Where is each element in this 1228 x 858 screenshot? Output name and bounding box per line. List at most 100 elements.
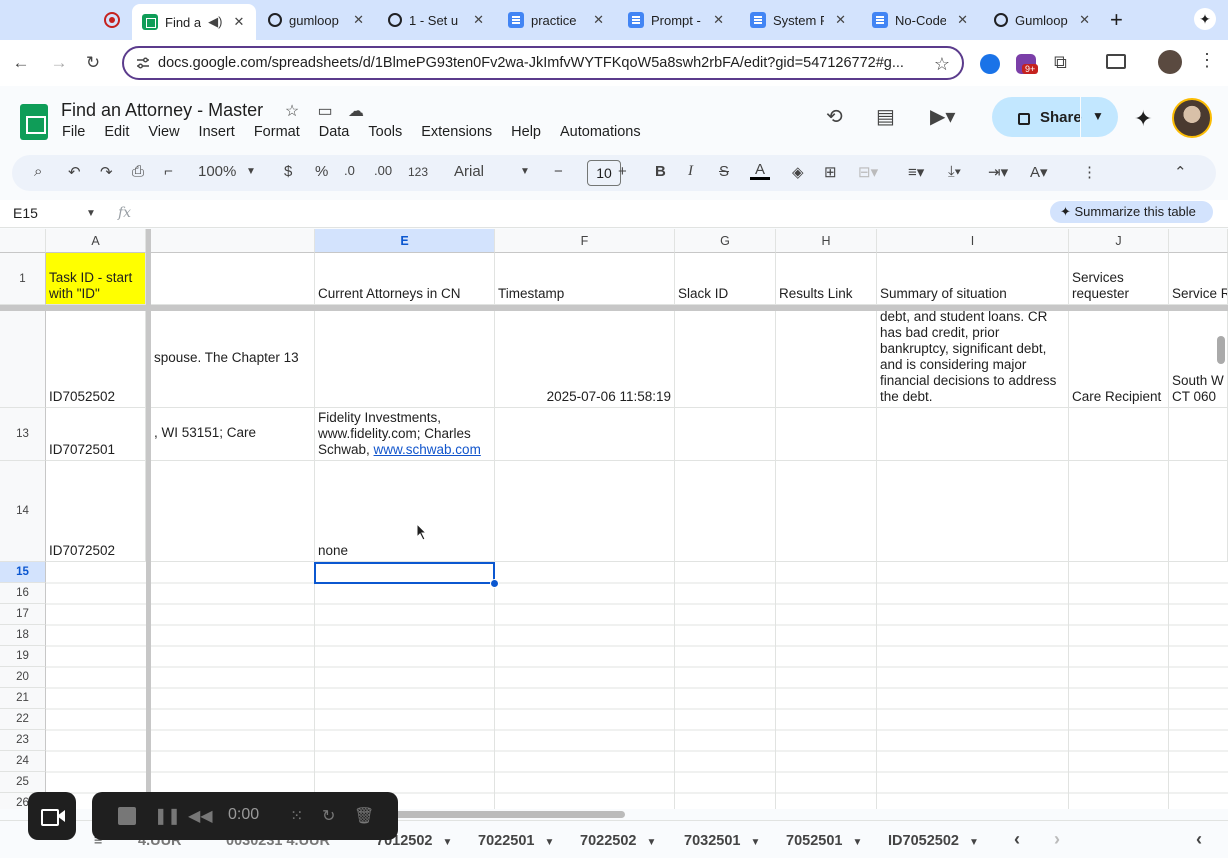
cell-f12[interactable]: 2025-07-06 11:58:19 xyxy=(495,311,675,408)
row-header[interactable]: 21 xyxy=(0,688,46,709)
row-header[interactable]: 19 xyxy=(0,646,46,667)
cell-b12[interactable]: spouse. The Chapter 13 xyxy=(151,311,315,408)
history-icon[interactable]: ⟲ xyxy=(826,104,843,129)
cell-f1[interactable]: Timestamp xyxy=(495,253,675,305)
close-icon[interactable]: ✕ xyxy=(1079,12,1090,28)
column-header-e[interactable]: E xyxy=(315,229,495,253)
column-header-i[interactable]: I xyxy=(877,229,1069,253)
row-header[interactable]: 23 xyxy=(0,730,46,751)
close-icon[interactable]: ✕ xyxy=(713,12,724,28)
cell-g13[interactable] xyxy=(675,408,776,461)
tab-gumloop-2[interactable]: Gumloop ✕ xyxy=(984,4,1100,36)
camera-icon[interactable] xyxy=(28,792,76,840)
text-wrap-icon[interactable]: ⇥▾ xyxy=(988,163,1008,181)
bold-button[interactable]: B xyxy=(655,163,666,180)
row-header[interactable]: 16 xyxy=(0,583,46,604)
chevron-down-icon[interactable]: ▼ xyxy=(86,208,96,219)
comments-icon[interactable]: ▤ xyxy=(876,104,895,129)
profile-avatar[interactable] xyxy=(1158,50,1182,74)
column-header-a[interactable]: A xyxy=(46,229,146,253)
cell-i12[interactable]: debt, and student loans. CR has bad cred… xyxy=(877,311,1069,408)
cell-b1[interactable] xyxy=(151,253,315,305)
column-header-g[interactable]: G xyxy=(675,229,776,253)
close-icon[interactable]: ✕ xyxy=(353,12,364,28)
cell-f13[interactable] xyxy=(495,408,675,461)
vertical-align-icon[interactable]: ⤓▾ xyxy=(948,163,961,180)
stop-icon[interactable] xyxy=(118,807,136,825)
decrease-font-size-button[interactable]: − xyxy=(554,163,563,180)
site-settings-icon[interactable] xyxy=(136,56,150,70)
cell-h14[interactable] xyxy=(776,461,877,562)
frozen-column-divider[interactable] xyxy=(146,229,151,809)
cell-e1[interactable]: Current Attorneys in CN xyxy=(315,253,495,305)
redo-icon[interactable]: ↷ xyxy=(100,163,113,181)
vertical-scrollbar[interactable] xyxy=(1217,336,1225,364)
new-tab-button[interactable]: + xyxy=(1110,7,1123,33)
merge-cells-icon[interactable]: ⊟▾ xyxy=(858,163,878,181)
row-header[interactable]: 18 xyxy=(0,625,46,646)
search-icon[interactable]: ⌕ xyxy=(34,163,42,180)
strikethrough-button[interactable]: S xyxy=(719,163,729,180)
scroll-tabs-left-icon[interactable]: ‹ xyxy=(1014,829,1020,850)
schwab-link[interactable]: www.schwab.com xyxy=(374,442,481,457)
cell-h13[interactable] xyxy=(776,408,877,461)
menu-tools[interactable]: Tools xyxy=(368,124,402,140)
row-header[interactable]: 22 xyxy=(0,709,46,730)
selected-cell-e15[interactable] xyxy=(314,562,495,584)
tab-setup[interactable]: 1 - Set u ✕ xyxy=(378,4,494,36)
text-color-button[interactable]: A xyxy=(750,162,770,180)
row-header[interactable]: 14 xyxy=(0,461,46,562)
move-folder-icon[interactable]: ▭ xyxy=(315,101,335,121)
star-icon[interactable]: ☆ xyxy=(282,101,302,121)
trash-icon[interactable]: 🗑 xyxy=(354,806,374,826)
sheet-tab[interactable]: 7022501 ▼ xyxy=(478,833,554,849)
print-icon[interactable]: ⎙ xyxy=(132,163,144,180)
menu-automations[interactable]: Automations xyxy=(560,124,641,140)
rewind-icon[interactable]: ◀◀ xyxy=(188,806,213,826)
puzzle-icon[interactable]: ⧉ xyxy=(1054,52,1067,73)
forward-icon[interactable]: → xyxy=(48,52,70,74)
password-manager-icon[interactable] xyxy=(980,54,1000,74)
cell-b13[interactable]: , WI 53151; Care xyxy=(151,408,315,461)
row-header[interactable] xyxy=(0,311,46,408)
spreadsheet-grid[interactable]: A E F G H I J 1 Task ID - start with "ID… xyxy=(0,229,1228,809)
sheet-tab[interactable]: 7032501 ▼ xyxy=(684,833,760,849)
chevron-down-icon[interactable]: ▼ xyxy=(246,166,256,177)
close-icon[interactable]: ✕ xyxy=(835,12,846,28)
cell-a12[interactable]: ID7052502 xyxy=(46,311,146,408)
zoom-select[interactable]: 100% xyxy=(198,163,236,180)
row-header[interactable]: 20 xyxy=(0,667,46,688)
menu-view[interactable]: View xyxy=(148,124,179,140)
select-all-corner[interactable] xyxy=(0,229,46,253)
undo-icon[interactable]: ↶ xyxy=(68,163,81,181)
meet-icon[interactable]: ▶▾ xyxy=(930,104,955,129)
column-header-b[interactable] xyxy=(151,229,315,253)
chevron-down-icon[interactable]: ▼ xyxy=(646,837,656,848)
chevron-down-icon[interactable]: ▼ xyxy=(969,837,979,848)
cell-h12[interactable] xyxy=(776,311,877,408)
reload-icon[interactable]: ↻ xyxy=(82,52,104,74)
font-select[interactable]: Arial xyxy=(454,163,484,180)
sheet-tab[interactable]: 7052501 ▼ xyxy=(786,833,862,849)
blur-icon[interactable]: ⁙ xyxy=(290,806,303,826)
cell-j13[interactable] xyxy=(1069,408,1169,461)
cell-g14[interactable] xyxy=(675,461,776,562)
share-button[interactable]: Share ▼ xyxy=(992,97,1118,137)
close-icon[interactable]: ✕ xyxy=(957,12,968,28)
more-options-icon[interactable]: ⋮ xyxy=(1082,163,1097,181)
menu-data[interactable]: Data xyxy=(319,124,350,140)
close-icon[interactable]: ✕ xyxy=(593,12,604,28)
chevron-down-icon[interactable]: ▼ xyxy=(520,166,530,177)
tab-gumloop-1[interactable]: gumloop ✕ xyxy=(258,4,374,36)
cell-i13[interactable] xyxy=(877,408,1069,461)
bookmark-star-icon[interactable]: ☆ xyxy=(934,54,950,75)
cell-i14[interactable] xyxy=(877,461,1069,562)
cell-e13[interactable]: Fidelity Investments, www.fidelity.com; … xyxy=(315,408,495,461)
tab-find-attorney[interactable]: Find a ◀) ✕ xyxy=(132,4,256,40)
cell-a14[interactable]: ID7072502 xyxy=(46,461,146,562)
chevron-down-icon[interactable]: ▼ xyxy=(1092,109,1104,123)
restart-icon[interactable]: ↻ xyxy=(322,806,335,826)
menu-help[interactable]: Help xyxy=(511,124,541,140)
menu-edit[interactable]: Edit xyxy=(104,124,129,140)
sheet-tab[interactable]: ID7052502 ▼ xyxy=(888,833,979,849)
